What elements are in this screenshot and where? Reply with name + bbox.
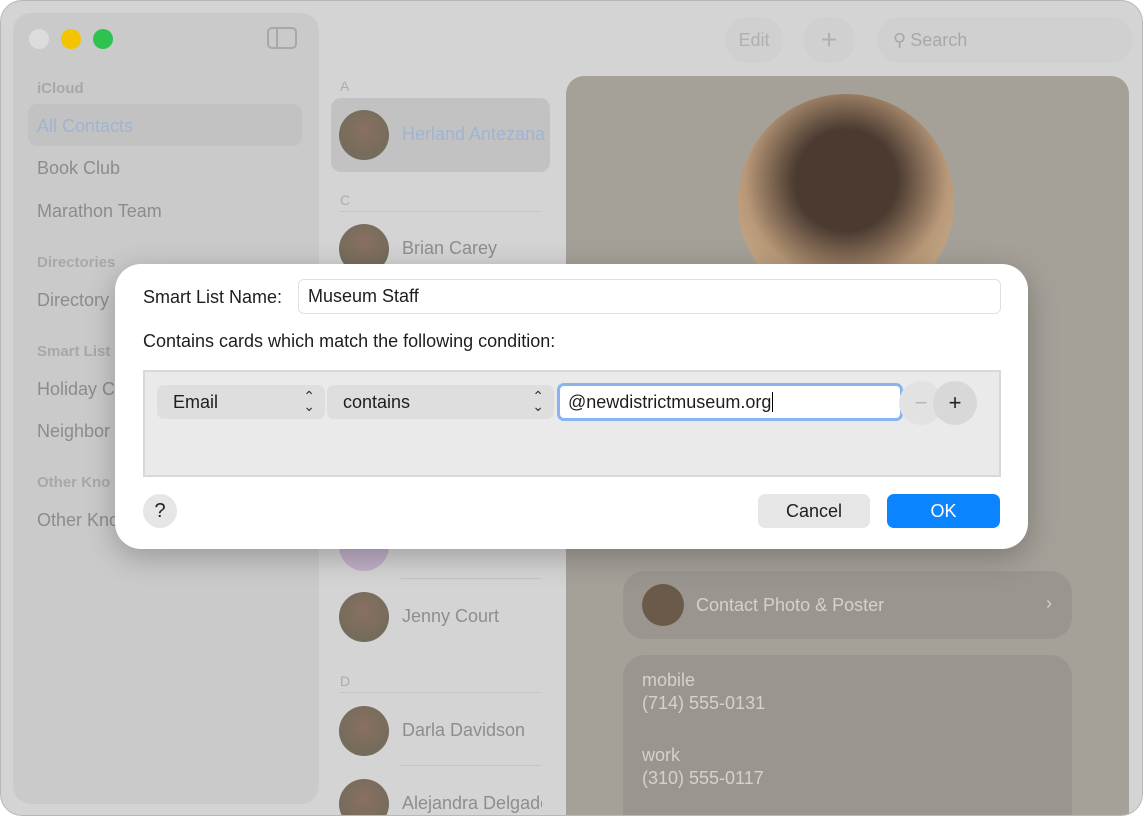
contact-name: Brian Carey [402,238,497,259]
sidebar-section-directories: Directories [37,254,115,271]
contact-row[interactable]: Alejandra Delgado [339,779,549,816]
section-letter-a: A [340,78,349,94]
zoom-button[interactable] [93,29,113,49]
section-letter-d: D [340,673,350,689]
field-value: Email [173,392,218,412]
minimize-button[interactable] [61,29,81,49]
search-field[interactable]: ⚲Search [877,17,1133,63]
divider [401,765,541,766]
chevron-right-icon: › [1046,593,1052,614]
chevron-updown-icon: ⌃⌄ [532,391,544,411]
phone-value[interactable]: (714) 555-0131 [642,693,765,714]
contact-photo-poster-button[interactable]: Contact Photo & Poster › [623,571,1072,639]
avatar [339,706,389,756]
text-cursor [772,392,773,412]
operator-value: contains [343,392,410,412]
contact-row[interactable]: Herland Antezana [339,110,549,162]
divider [340,692,541,693]
sidebar-section-other: Other Kno [37,474,110,491]
contact-row[interactable]: Jenny Court [339,592,549,644]
phone-value[interactable]: (310) 555-0117 [642,768,764,789]
smart-list-name-label: Smart List Name: [143,287,282,308]
sidebar-toggle-icon[interactable] [267,27,297,49]
cancel-button[interactable]: Cancel [758,494,870,528]
avatar [339,779,389,816]
sidebar-section-icloud: iCloud [37,80,84,97]
contact-row[interactable]: Darla Davidson [339,706,549,758]
help-button[interactable]: ? [143,494,177,528]
avatar [339,110,389,160]
sidebar-item-book-club[interactable]: Book Club [37,158,120,179]
sidebar-item-marathon-team[interactable]: Marathon Team [37,201,162,222]
phone-label: mobile [642,670,695,691]
contact-name: Herland Antezana [402,124,552,145]
add-condition-button[interactable]: + [933,381,977,425]
sidebar-item-neighbors[interactable]: Neighbor [37,421,110,442]
field-popup[interactable]: Email ⌃⌄ [157,385,325,419]
sidebar-item-all-contacts[interactable]: All Contacts [37,116,133,137]
section-letter-c: C [340,192,350,208]
condition-value-input[interactable]: @newdistrictmuseum.org [557,383,903,421]
search-placeholder: Search [910,30,967,51]
avatar [339,592,389,642]
smart-list-dialog: Smart List Name: Museum Staff Contains c… [115,264,1028,549]
contact-name: Alejandra Delgado [402,793,542,814]
smart-list-name-input[interactable]: Museum Staff [298,279,1001,314]
operator-popup[interactable]: contains ⌃⌄ [327,385,554,419]
divider [340,211,541,212]
phone-card: mobile (714) 555-0131 work (310) 555-011… [623,655,1072,816]
condition-area: Email ⌃⌄ contains ⌃⌄ @newdistrictmuseum.or… [143,370,1001,477]
avatar [642,584,684,626]
phone-label: work [642,745,680,766]
contact-name: Jenny Court [402,606,499,627]
search-icon: ⚲ [893,30,906,51]
condition-label: Contains cards which match the following… [143,331,555,352]
close-button[interactable] [29,29,49,49]
edit-button[interactable]: Edit [725,17,783,63]
chevron-updown-icon: ⌃⌄ [303,391,315,411]
sidebar-section-smart-lists: Smart List [37,343,110,360]
photo-poster-label: Contact Photo & Poster [696,595,884,616]
sidebar-item-other[interactable]: Other Kno [37,510,119,531]
add-contact-button[interactable]: + [803,17,855,63]
sidebar-item-directory[interactable]: Directory [37,290,109,311]
divider [401,578,541,579]
contact-name: Darla Davidson [402,720,525,741]
ok-button[interactable]: OK [887,494,1000,528]
sidebar-item-holiday[interactable]: Holiday C [37,379,115,400]
condition-value-text: @newdistrictmuseum.org [568,392,771,412]
